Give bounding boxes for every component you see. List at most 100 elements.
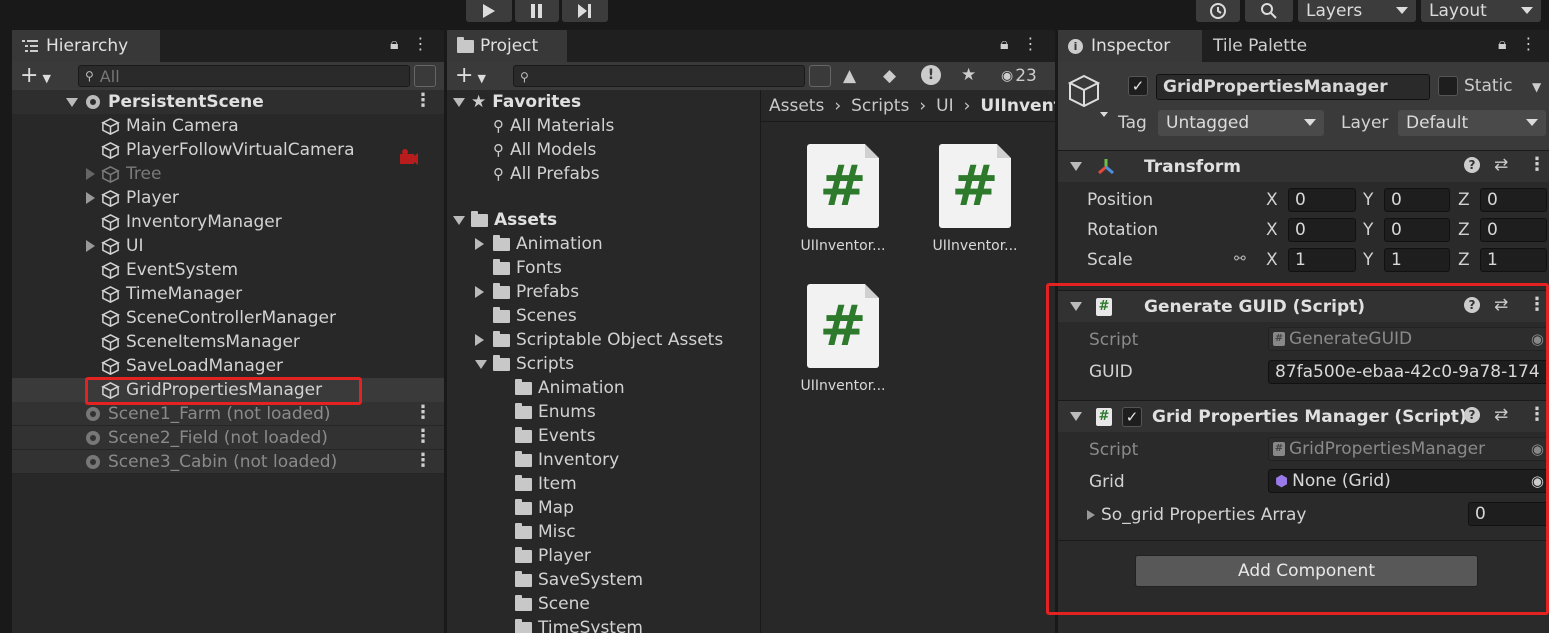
history-button[interactable] [1196, 0, 1240, 22]
script-folder[interactable]: Player [447, 544, 760, 568]
transform-header[interactable]: Transform ? ⇄ ⋮ [1058, 150, 1549, 182]
script-folder[interactable]: TimeSystem [447, 616, 760, 633]
breadcrumb-item[interactable]: UIInvent [980, 96, 1055, 116]
script-folder[interactable]: Animation [447, 376, 760, 400]
asset-folder[interactable]: Scripts [447, 352, 760, 376]
hierarchy-item[interactable]: UI [12, 234, 444, 258]
hierarchy-item[interactable]: SceneItemsManager [12, 330, 444, 354]
script-folder[interactable]: Scene [447, 592, 760, 616]
z-input[interactable]: 1 [1480, 248, 1547, 272]
kebab-menu-icon[interactable]: ⋮ [1023, 34, 1039, 54]
layer-dropdown[interactable]: Default [1398, 110, 1546, 136]
hierarchy-item[interactable]: PlayerFollowVirtualCamera [12, 138, 444, 162]
axis-z-label[interactable]: Z [1458, 190, 1470, 210]
expand-arrow-icon[interactable] [453, 97, 465, 107]
kebab-menu-icon[interactable]: ⋮ [413, 34, 429, 54]
axis-x-label[interactable]: X [1266, 220, 1278, 240]
step-button[interactable] [562, 0, 608, 22]
hierarchy-search-input[interactable]: ⚲ All [78, 65, 410, 87]
x-input[interactable]: 0 [1288, 188, 1356, 212]
favorite-item[interactable]: ⚲ All Prefabs [447, 162, 760, 186]
lock-icon[interactable]: 🔒︎ [390, 34, 399, 54]
tag-dropdown[interactable]: Untagged [1158, 110, 1324, 136]
axis-x-label[interactable]: X [1266, 190, 1278, 210]
hierarchy-item[interactable]: EventSystem [12, 258, 444, 282]
expand-arrow-icon[interactable] [86, 168, 95, 180]
expand-arrow-icon[interactable] [475, 359, 487, 369]
play-button[interactable] [466, 0, 512, 22]
hierarchy-item[interactable]: SaveLoadManager [12, 354, 444, 378]
favorite-item[interactable]: ⚲ All Models [447, 138, 760, 162]
kebab-menu-icon[interactable]: ⋮ [414, 426, 432, 447]
breadcrumb-item[interactable]: Assets [769, 96, 824, 116]
preset-icon[interactable]: ⇄ [1494, 155, 1508, 175]
help-icon[interactable]: ? [1464, 157, 1480, 173]
create-button[interactable]: + ▼ [455, 63, 486, 88]
file-label[interactable]: UIInventor... [788, 378, 898, 394]
filter-label-icon[interactable]: ◆ [883, 66, 896, 86]
expand-arrow-icon[interactable] [475, 334, 484, 346]
unloaded-scene-row[interactable]: Scene3_Cabin (not loaded) ⋮ [12, 450, 444, 474]
expand-arrow-icon[interactable] [86, 240, 95, 252]
tab-tile-palette[interactable]: Tile Palette [1213, 30, 1307, 62]
tab-project[interactable]: Project [447, 30, 567, 62]
create-button[interactable]: + ▼ [20, 63, 51, 88]
z-input[interactable]: 0 [1480, 218, 1547, 242]
axis-y-label[interactable]: Y [1363, 220, 1373, 240]
y-input[interactable]: 1 [1384, 248, 1450, 272]
visibility-count[interactable]: ◉ 23 [1001, 66, 1037, 86]
asset-folder[interactable]: Fonts [447, 256, 760, 280]
unloaded-scene-row[interactable]: Scene1_Farm (not loaded) ⋮ [12, 402, 444, 426]
kebab-menu-icon[interactable]: ⋮ [414, 402, 432, 423]
hierarchy-item[interactable]: TimeManager [12, 282, 444, 306]
script-folder[interactable]: Map [447, 496, 760, 520]
axis-z-label[interactable]: Z [1458, 250, 1470, 270]
script-file-icon[interactable]: # [807, 284, 879, 368]
file-label[interactable]: UIInventor... [920, 238, 1030, 254]
expand-arrow-icon[interactable] [86, 192, 95, 204]
script-file-icon[interactable]: # [939, 144, 1011, 228]
expand-arrow-icon[interactable] [1070, 162, 1082, 171]
chevron-down-icon[interactable]: ▼ [1532, 80, 1541, 94]
script-folder[interactable]: Enums [447, 400, 760, 424]
layers-dropdown[interactable]: Layers [1298, 0, 1416, 22]
asset-folder[interactable]: Animation [447, 232, 760, 256]
axis-x-label[interactable]: X [1266, 250, 1278, 270]
active-checkbox[interactable]: ✓ [1128, 76, 1148, 96]
static-checkbox[interactable] [1438, 76, 1458, 96]
lock-icon[interactable]: 🔒︎ [1498, 34, 1507, 54]
project-search-input[interactable]: ⚲ [513, 65, 805, 87]
hierarchy-item[interactable]: Tree [12, 162, 444, 186]
hierarchy-item[interactable]: InventoryManager [12, 210, 444, 234]
favorites-row[interactable]: ★ Favorites [447, 90, 760, 114]
search-type-button[interactable] [809, 65, 831, 87]
asset-folder[interactable]: Prefabs [447, 280, 760, 304]
y-input[interactable]: 0 [1384, 218, 1450, 242]
expand-arrow-icon[interactable] [453, 215, 465, 225]
kebab-menu-icon[interactable]: ⋮ [414, 450, 432, 471]
hierarchy-item[interactable]: SceneControllerManager [12, 306, 444, 330]
assets-row[interactable]: Assets [447, 208, 760, 232]
star-icon[interactable]: ★ [961, 65, 976, 85]
lock-icon[interactable]: 🔒︎ [1000, 34, 1009, 54]
script-folder[interactable]: Inventory [447, 448, 760, 472]
warning-icon[interactable]: ! [921, 65, 941, 85]
pause-button[interactable] [515, 0, 559, 22]
object-name-input[interactable]: GridPropertiesManager [1156, 74, 1430, 100]
scene-row[interactable]: PersistentScene ⋮ [12, 90, 444, 114]
script-folder[interactable]: Events [447, 424, 760, 448]
x-input[interactable]: 1 [1288, 248, 1356, 272]
script-folder[interactable]: SaveSystem [447, 568, 760, 592]
unloaded-scene-row[interactable]: Scene2_Field (not loaded) ⋮ [12, 426, 444, 450]
script-folder[interactable]: Item [447, 472, 760, 496]
breadcrumb-item[interactable]: Scripts [851, 96, 909, 116]
hierarchy-item[interactable]: Main Camera [12, 114, 444, 138]
tab-inspector[interactable]: i Inspector [1058, 30, 1202, 62]
axis-z-label[interactable]: Z [1458, 220, 1470, 240]
search-button[interactable] [1245, 0, 1293, 22]
filter-type-icon[interactable]: ▲ [843, 66, 856, 86]
kebab-menu-icon[interactable]: ⋮ [1521, 34, 1537, 54]
script-folder[interactable]: Misc [447, 520, 760, 544]
layout-dropdown[interactable]: Layout [1421, 0, 1541, 22]
expand-arrow-icon[interactable] [475, 286, 484, 298]
